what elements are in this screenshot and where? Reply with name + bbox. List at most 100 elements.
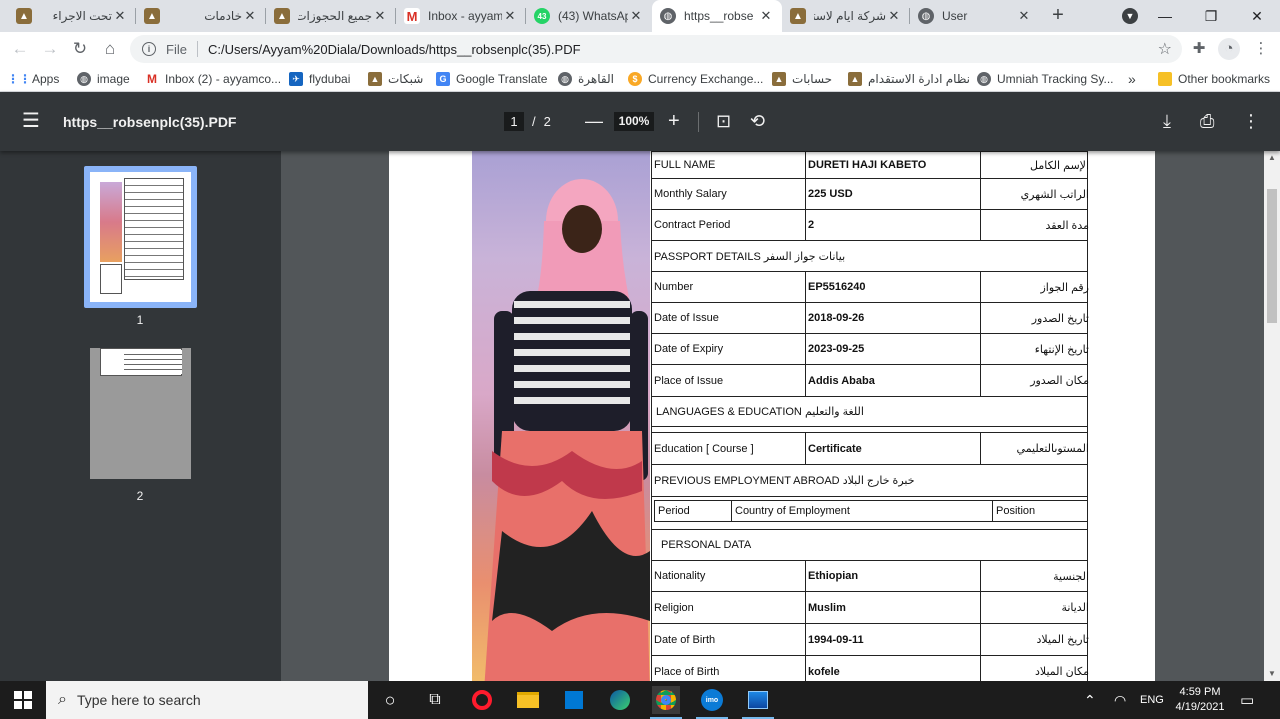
scroll-up-icon[interactable]: ▲ [1268, 153, 1276, 162]
tab-6[interactable]: ▲ شركة ايام لاستقدام ✕ [782, 0, 910, 32]
site-icon: ▲ [790, 8, 806, 24]
url-text[interactable]: C:/Users/Ayyam%20Diala/Downloads/https__… [208, 42, 581, 57]
fit-to-page-icon[interactable]: ⊡ [716, 110, 731, 132]
tab-5-active[interactable]: ◍ https__robse ✕ [652, 0, 782, 32]
profile-avatar[interactable]: ◔ [1218, 38, 1240, 60]
close-icon[interactable]: ✕ [372, 8, 388, 24]
info-icon[interactable]: i [142, 42, 156, 56]
forward-icon[interactable]: → [38, 37, 62, 61]
rotate-icon[interactable]: ⟲ [750, 110, 765, 132]
pdf-page: FULL NAME DURETI HAJI KABETO الإسم الكام… [389, 151, 1155, 681]
wifi-icon[interactable]: ◠ [1114, 681, 1126, 719]
more-actions-icon[interactable]: ⋮ [1242, 110, 1260, 132]
current-page-input[interactable]: 1 [504, 112, 524, 131]
file-explorer-icon[interactable] [514, 686, 542, 714]
reload-icon[interactable]: ↻ [68, 37, 92, 61]
new-tab-button[interactable]: + [1046, 4, 1070, 28]
column-header: Country of Employment [732, 501, 993, 521]
tab-7[interactable]: ◍ User ✕ [910, 0, 1040, 32]
vertical-scrollbar[interactable]: ▲ ▼ [1264, 151, 1280, 681]
opera-icon[interactable] [468, 686, 496, 714]
tab-1[interactable]: ▲ خادمات ✕ [136, 0, 266, 32]
task-view-icon[interactable]: ⧉ [421, 686, 449, 714]
photos-icon[interactable] [744, 686, 772, 714]
bookmarks-overflow-button[interactable]: » [1128, 70, 1136, 88]
form-row: Date of Birth 1994-09-11 تاريخ الميلاد [651, 624, 1090, 656]
bookmark-apps[interactable]: ⋮⋮ Apps [7, 70, 59, 88]
other-bookmarks[interactable]: Other bookmarks [1158, 70, 1270, 88]
close-icon[interactable]: ✕ [242, 8, 258, 24]
form-row: Religion Muslim الديانة [651, 592, 1089, 624]
edge-icon[interactable] [606, 686, 634, 714]
field-value: 1994-09-11 [806, 624, 981, 655]
tab-strip: ▲ تحت الاجراء ✕ ▲ خادمات ✕ ▲ جميع الحجوز… [0, 0, 1280, 32]
bookmark-star-icon[interactable]: ☆ [1158, 39, 1172, 59]
home-icon[interactable]: ⌂ [98, 37, 122, 61]
back-icon[interactable]: ← [8, 37, 32, 61]
field-value: 2 [806, 210, 981, 240]
bookmark-inbox[interactable]: M Inbox (2) - ayyamco... [145, 70, 281, 88]
window-close-icon[interactable]: ✕ [1234, 0, 1280, 32]
scrollbar-thumb[interactable] [1267, 189, 1277, 323]
close-icon[interactable]: ✕ [758, 8, 774, 24]
download-icon[interactable]: ⤓ [1163, 110, 1171, 132]
form-row: Place of Birth kofele مكان الميلاد [651, 656, 1089, 681]
field-value: EP5516240 [806, 272, 981, 302]
total-pages: 2 [543, 114, 551, 129]
extensions-puzzle-icon[interactable]: ✚ [1188, 38, 1210, 60]
system-clock[interactable]: 4:59 PM 4/19/2021 [1172, 685, 1228, 715]
zoom-in-icon[interactable]: + [668, 110, 680, 132]
show-hidden-icons-icon[interactable]: ⌃ [1084, 681, 1096, 719]
tab-3[interactable]: M Inbox - ayyam ✕ [396, 0, 526, 32]
thumbnail-page-1[interactable] [90, 172, 191, 302]
minimize-icon[interactable]: — [1142, 0, 1188, 32]
bookmark-recruitment-system[interactable]: ▲ نظام ادارة الاستقدام [848, 70, 970, 88]
tab-title: شركة ايام لاستقدام [814, 9, 886, 23]
close-icon[interactable]: ✕ [886, 8, 902, 24]
cortana-icon[interactable]: ○ [376, 686, 404, 714]
chrome-menu-icon[interactable]: ⋮ [1250, 38, 1272, 60]
bookmark-accounts[interactable]: ▲ حسابات [772, 70, 832, 88]
chrome-icon[interactable] [652, 686, 680, 714]
field-label-ar: مكان الميلاد [1034, 666, 1089, 678]
address-bar[interactable]: i File C:/Users/Ayyam%20Diala/Downloads/… [130, 35, 1182, 63]
zoom-out-icon[interactable]: — [585, 110, 603, 132]
close-icon[interactable]: ✕ [628, 8, 644, 24]
bookmark-label: Umniah Tracking Sy... [997, 72, 1114, 86]
bookmark-flydubai[interactable]: ✈ flydubai [289, 70, 350, 88]
print-icon[interactable]: ⎙ [1200, 110, 1214, 132]
zoom-level-input[interactable]: 100% [614, 112, 654, 131]
pdf-viewer[interactable]: FULL NAME DURETI HAJI KABETO الإسم الكام… [281, 151, 1264, 681]
tab-0[interactable]: ▲ تحت الاجراء ✕ [8, 0, 136, 32]
start-button[interactable] [0, 681, 46, 719]
close-icon[interactable]: ✕ [1016, 8, 1032, 24]
imo-icon[interactable]: imo [698, 686, 726, 714]
bookmark-google-translate[interactable]: G Google Translate [436, 70, 547, 88]
bookmark-label: حسابات [792, 72, 833, 86]
bookmark-currency-exchange[interactable]: $ Currency Exchange... [628, 70, 763, 88]
thumbnail-page-2[interactable] [90, 348, 191, 479]
bookmark-umniah[interactable]: ◍ Umniah Tracking Sy... [977, 70, 1113, 88]
close-icon[interactable]: ✕ [112, 8, 128, 24]
tab-title: خادمات [204, 9, 242, 23]
field-label-ar: تاريخ الميلاد [1036, 634, 1090, 646]
bookmark-networks[interactable]: ▲ شبكات [368, 70, 423, 88]
bookmark-image[interactable]: ◍ image [77, 70, 130, 88]
notifications-icon[interactable]: ▭ [1240, 681, 1254, 719]
taskbar-search[interactable]: ⌕ Type here to search [46, 681, 368, 719]
gmail-icon: M [147, 72, 157, 86]
maximize-icon[interactable]: ❐ [1188, 0, 1234, 32]
tab-4[interactable]: 43 (43) WhatsApp ✕ [526, 0, 652, 32]
microsoft-store-icon[interactable] [560, 686, 588, 714]
bookmark-cairo[interactable]: ◍ القاهرة [558, 70, 614, 88]
pdf-toolbar: ☰ https__robsenplc(35).PDF 1 / 2 — 100% … [0, 92, 1280, 151]
close-icon[interactable]: ✕ [502, 8, 518, 24]
section-title: LANGUAGES & EDUCATION اللغة والتعليم [656, 406, 864, 418]
hamburger-menu-icon[interactable]: ☰ [22, 111, 40, 131]
tab-2[interactable]: ▲ جميع الحجوزات ✕ [266, 0, 396, 32]
tab-search-icon[interactable]: ▼ [1122, 8, 1138, 24]
thumbnail-label: 1 [136, 313, 144, 327]
input-language[interactable]: ENG [1140, 681, 1164, 719]
field-value: kofele [806, 656, 981, 681]
scroll-down-icon[interactable]: ▼ [1268, 669, 1276, 678]
